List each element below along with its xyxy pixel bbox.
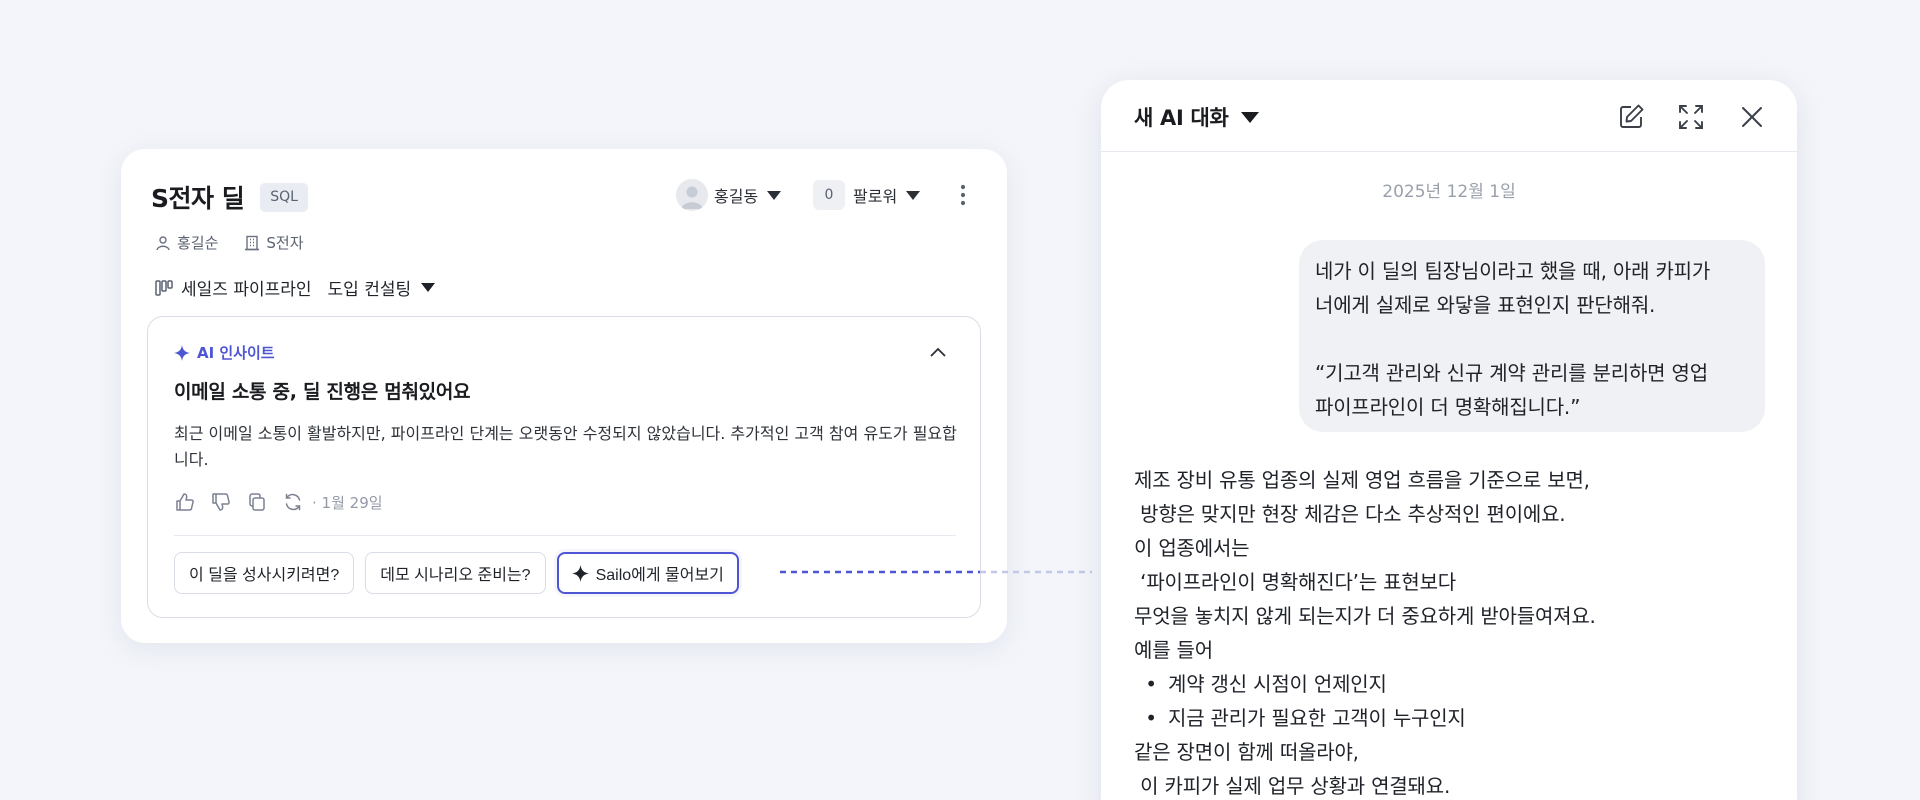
ai-reply-line: 방향은 맞지만 현장 체감은 다소 추상적인 편이에요. — [1134, 502, 1566, 526]
bullet-dot-icon: • — [1145, 706, 1157, 730]
user-message-line: 파이프라인이 더 명확해집니다.” — [1315, 395, 1581, 419]
chat-title-dropdown[interactable]: 새 AI 대화 — [1134, 102, 1259, 132]
thumbs-down-icon[interactable] — [210, 491, 232, 513]
deal-header: S전자 딜 SQL — [151, 179, 308, 215]
deal-meta: 홍길순 S전자 — [155, 232, 330, 253]
ai-reply-line: 이 카피가 실제 업무 상황과 연결돼요. — [1134, 774, 1451, 798]
user-message-line — [1315, 322, 1749, 356]
company-meta[interactable]: S전자 — [244, 232, 304, 253]
suggestion-chip[interactable]: 이 딜을 성사시키려면? — [174, 552, 355, 594]
ai-insight-label: AI 인사이트 — [197, 344, 275, 362]
user-message-bubble: 네가 이 딜의 팀장님이라고 했을 때, 아래 카피가 너에게 실제로 와닿을 … — [1299, 240, 1765, 432]
ai-reply-line: 같은 장면이 함께 떠올라야, — [1134, 740, 1359, 764]
ai-reply-line: 예를 들어 — [1134, 638, 1213, 662]
sparkle-icon — [571, 564, 589, 582]
thumbs-up-icon[interactable] — [174, 491, 196, 513]
chevron-up-icon[interactable] — [926, 341, 950, 363]
caret-down-icon — [906, 190, 921, 200]
ask-sailo-label: Sailo에게 물어보기 — [595, 567, 724, 584]
caret-down-icon — [421, 283, 436, 292]
stage-name: 도입 컨설팅 — [327, 280, 412, 300]
connector-line — [780, 570, 1092, 574]
deal-stage-badge: SQL — [260, 182, 308, 212]
ai-reply-line: 제조 장비 유통 업종의 실제 영업 흐름을 기준으로 보면, — [1134, 468, 1590, 492]
ai-reply-line: 이 업종에서는 — [1134, 536, 1250, 560]
sparkle-icon — [174, 344, 190, 361]
stage-dropdown[interactable]: 도입 컨설팅 — [328, 275, 436, 300]
insight-body: 최근 이메일 소통이 활발하지만, 파이프라인 단계는 오랫동안 수정되지 않았… — [174, 424, 957, 469]
owner-dropdown[interactable]: 홍길동 — [676, 179, 782, 211]
user-message-line: 네가 이 딜의 팀장님이라고 했을 때, 아래 카피가 — [1315, 259, 1711, 283]
building-icon — [244, 235, 260, 251]
chat-header: 새 AI 대화 — [1101, 80, 1797, 152]
kebab-menu-icon[interactable] — [951, 179, 975, 211]
copy-icon[interactable] — [246, 491, 268, 513]
ai-chat-panel: 새 AI 대화 2025년 12월 1일 네가 이 딜의 팀장님이라고 했을 때… — [1101, 80, 1797, 800]
ai-reply-bullet-text: 지금 관리가 필요한 고객이 누구인지 — [1168, 706, 1466, 730]
refresh-icon[interactable] — [282, 491, 304, 513]
ai-insight-tag: AI 인사이트 — [174, 342, 275, 363]
chat-title: 새 AI 대화 — [1134, 106, 1229, 130]
ai-reply-message: 제조 장비 유통 업종의 실제 영업 흐름을 기준으로 보면, 방향은 맞지만 … — [1134, 463, 1774, 800]
follower-label: 팔로워 — [853, 187, 898, 206]
user-message-line: 너에게 실제로 와닿을 표현인지 판단해줘. — [1315, 293, 1656, 317]
suggestion-chip[interactable]: 데모 시나리오 준비는? — [365, 552, 546, 594]
pipeline-name[interactable]: 세일즈 파이프라인 — [181, 275, 312, 300]
insight-heading: 이메일 소통 중, 딜 진행은 멈춰있어요 — [174, 381, 471, 403]
company-name: S전자 — [266, 234, 304, 252]
follower-count: 0 — [813, 180, 845, 210]
follower-dropdown[interactable]: 0 팔로워 — [813, 179, 921, 211]
pipeline-columns-icon — [155, 279, 173, 296]
contact-name: 홍길순 — [177, 234, 219, 252]
suggestion-chips: 이 딜을 성사시키려면? 데모 시나리오 준비는? Sailo에게 물어보기 — [174, 552, 739, 594]
user-avatar-icon — [676, 179, 708, 211]
owner-name: 홍길동 — [714, 187, 759, 206]
bullet-dot-icon: • — [1145, 672, 1157, 696]
contact-meta[interactable]: 홍길순 — [155, 232, 218, 253]
chat-date: 2025년 12월 1일 — [1382, 182, 1516, 202]
insight-date: · 1월 29일 — [312, 493, 383, 512]
ai-reply-line: ‘파이프라인이 명확해진다’는 표현보다 — [1134, 570, 1456, 594]
ai-reply-bullet-item: • 지금 관리가 필요한 고객이 누구인지 — [1134, 701, 1774, 735]
user-message-line: “기고객 관리와 신규 계약 관리를 분리하면 영업 — [1315, 361, 1708, 385]
person-icon — [155, 235, 171, 251]
deal-title: S전자 딜 — [151, 184, 245, 213]
pipeline-row: 세일즈 파이프라인 도입 컨설팅 — [155, 275, 436, 300]
ask-sailo-button[interactable]: Sailo에게 물어보기 — [556, 552, 739, 594]
caret-down-icon — [767, 190, 782, 200]
close-icon[interactable] — [1737, 102, 1767, 132]
ai-reply-bullet-item: • 계약 갱신 시점이 언제인지 — [1134, 667, 1774, 701]
caret-down-icon — [1240, 111, 1259, 123]
ai-reply-line: 무엇을 놓치지 않게 되는지가 더 중요하게 받아들여져요. — [1134, 604, 1596, 628]
edit-icon[interactable] — [1616, 102, 1646, 132]
insight-divider — [174, 535, 956, 536]
ai-reply-bullet-text: 계약 갱신 시점이 언제인지 — [1168, 672, 1387, 696]
insight-actions: · 1월 29일 — [174, 491, 383, 513]
expand-icon[interactable] — [1676, 102, 1706, 132]
